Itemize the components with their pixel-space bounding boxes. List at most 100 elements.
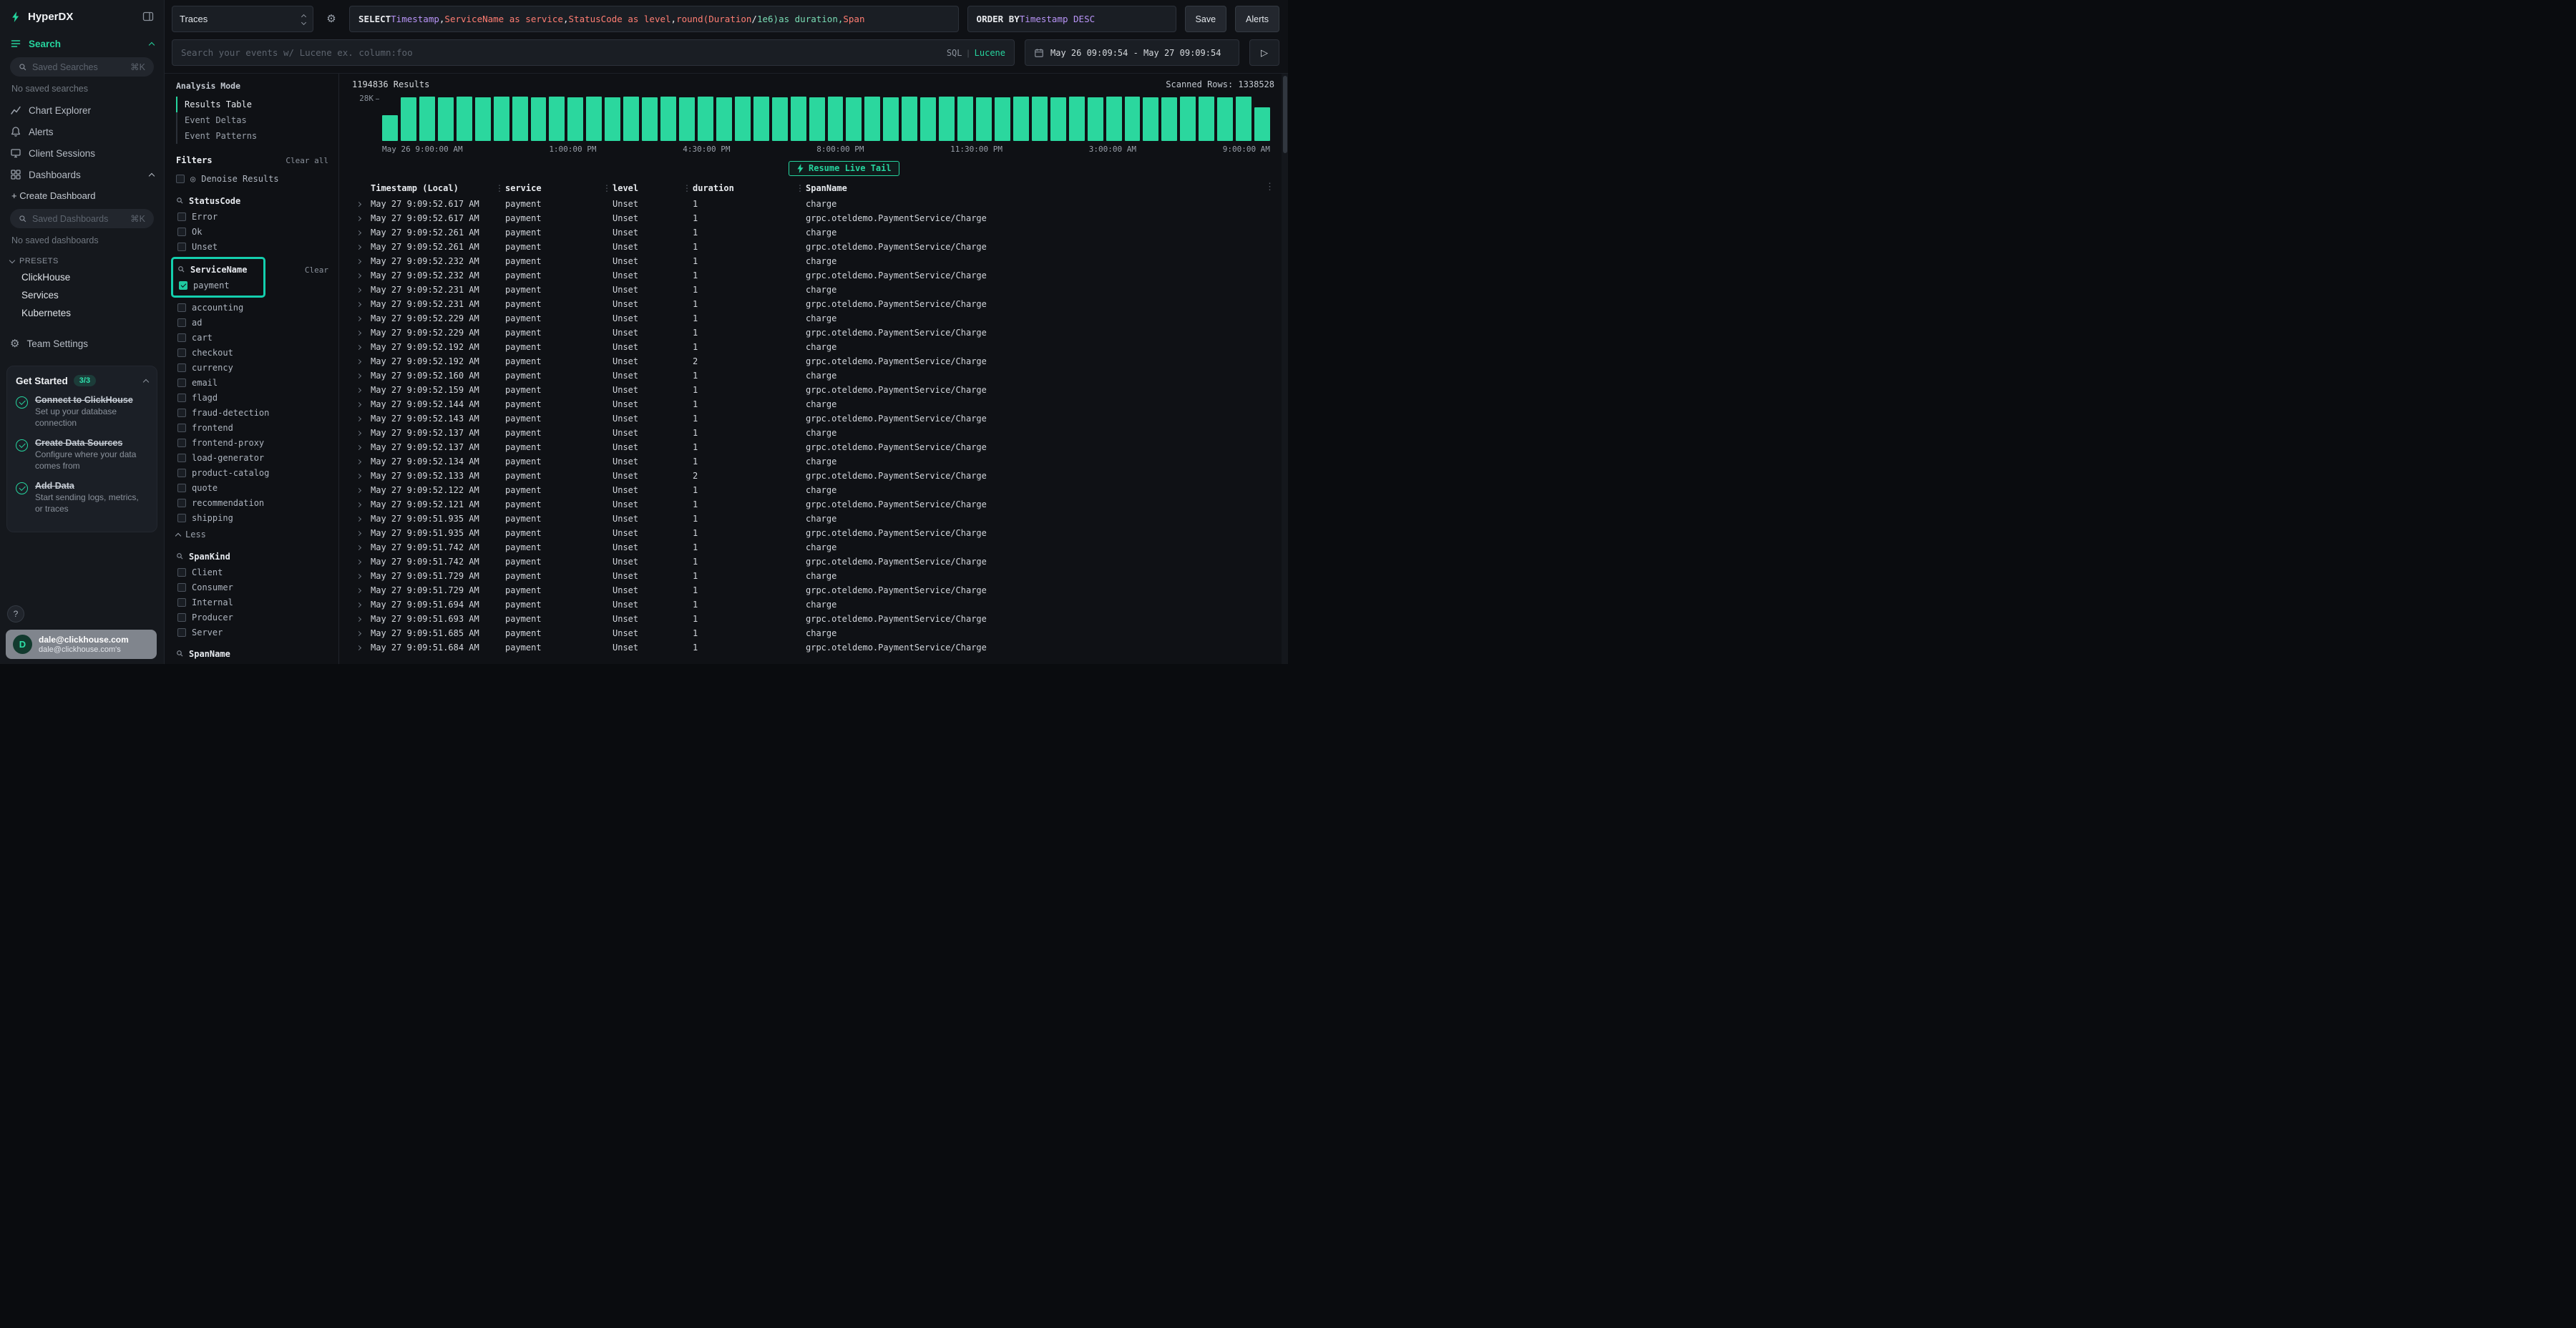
alerts-button[interactable]: Alerts [1235,6,1279,32]
column-separator-icon[interactable] [683,183,691,193]
expand-row-chevron-icon[interactable] [356,316,361,321]
expand-row-chevron-icon[interactable] [356,616,361,621]
user-menu[interactable]: D dale@clickhouse.com dale@clickhouse.co… [6,630,157,659]
expand-row-chevron-icon[interactable] [356,273,361,278]
expand-row-chevron-icon[interactable] [356,344,361,349]
expand-row-chevron-icon[interactable] [356,387,361,392]
column-header-service[interactable]: service [505,183,613,193]
checkbox[interactable] [177,514,186,522]
table-row[interactable]: May 27 9:09:52.232 AM payment Unset 1 ch… [352,254,1276,268]
table-row[interactable]: May 27 9:09:52.133 AM payment Unset 2 gr… [352,469,1276,483]
checkbox[interactable] [177,243,186,251]
expand-row-chevron-icon[interactable] [356,215,361,220]
facet-option[interactable]: charge [176,662,328,664]
expand-row-chevron-icon[interactable] [356,630,361,635]
histogram-bar[interactable] [957,97,973,141]
histogram-bar[interactable] [1069,97,1085,141]
presets-toggle[interactable]: PRESETS [0,251,164,268]
table-row[interactable]: May 27 9:09:52.261 AM payment Unset 1 ch… [352,225,1276,240]
facet-option[interactable]: product-catalog [176,465,328,480]
denoise-toggle[interactable]: ◎ Denoise Results [176,171,328,187]
table-row[interactable]: May 27 9:09:51.935 AM payment Unset 1 gr… [352,526,1276,540]
table-row[interactable]: May 27 9:09:52.137 AM payment Unset 1 ch… [352,426,1276,440]
expand-row-chevron-icon[interactable] [356,358,361,363]
chevron-up-icon[interactable] [143,379,149,384]
facet-option[interactable]: Consumer [176,580,328,595]
search-icon[interactable] [176,552,184,560]
facet-option[interactable]: Server [176,625,328,640]
sidebar-item-chart-explorer[interactable]: Chart Explorer [0,99,164,121]
checkbox[interactable] [177,213,186,221]
histogram-bar[interactable] [846,97,862,141]
checkbox[interactable] [177,484,186,492]
table-row[interactable]: May 27 9:09:51.684 AM payment Unset 1 gr… [352,640,1276,655]
source-settings-gear-icon[interactable]: ⚙ [322,6,341,32]
search-input[interactable] [181,47,940,58]
table-row[interactable]: May 27 9:09:52.137 AM payment Unset 1 gr… [352,440,1276,454]
checkbox[interactable] [177,454,186,462]
table-options-icon[interactable] [1265,182,1274,192]
histogram-bar[interactable] [1199,97,1214,141]
table-row[interactable]: May 27 9:09:52.192 AM payment Unset 1 ch… [352,340,1276,354]
expand-row-chevron-icon[interactable] [356,401,361,406]
sql-select-input[interactable]: SELECT Timestamp, ServiceName as service… [349,6,959,32]
expand-row-chevron-icon[interactable] [356,201,361,206]
table-row[interactable]: May 27 9:09:52.617 AM payment Unset 1 ch… [352,197,1276,211]
analysis-mode-option[interactable]: Event Patterns [176,128,328,144]
histogram-bar[interactable] [438,97,454,141]
show-less-link[interactable]: Less [176,527,328,542]
facet-option[interactable]: email [176,375,328,390]
vertical-scrollbar[interactable] [1282,74,1288,664]
create-dashboard-button[interactable]: + Create Dashboard [0,185,164,206]
expand-row-chevron-icon[interactable] [356,502,361,507]
histogram-bar[interactable] [939,97,955,141]
saved-searches-input[interactable]: Saved Searches ⌘K [10,57,154,77]
expand-row-chevron-icon[interactable] [356,573,361,578]
histogram-bar[interactable] [864,97,880,141]
order-by-input[interactable]: ORDER BY Timestamp DESC [967,6,1176,32]
checkbox[interactable] [177,409,186,417]
table-row[interactable]: May 27 9:09:51.742 AM payment Unset 1 ch… [352,540,1276,555]
histogram-bar[interactable] [1143,97,1158,141]
facet-option[interactable]: frontend [176,420,328,435]
histogram-bar[interactable] [698,97,713,141]
histogram-bar[interactable] [549,97,565,141]
facet-option[interactable]: quote [176,480,328,495]
histogram-bar[interactable] [809,97,825,142]
facet-option[interactable]: Internal [176,595,328,610]
get-started-item[interactable]: Create Data Sources Configure where your… [16,438,148,472]
facet-option[interactable]: flagd [176,390,328,405]
histogram-bar[interactable] [976,97,992,142]
checkbox-checked[interactable] [179,281,187,290]
search-icon[interactable] [177,265,185,273]
histogram-bar[interactable] [1125,97,1141,141]
expand-row-chevron-icon[interactable] [356,587,361,592]
table-row[interactable]: May 27 9:09:52.232 AM payment Unset 1 gr… [352,268,1276,283]
table-row[interactable]: May 27 9:09:52.192 AM payment Unset 2 gr… [352,354,1276,368]
table-row[interactable]: May 27 9:09:52.231 AM payment Unset 1 gr… [352,297,1276,311]
expand-row-chevron-icon[interactable] [356,530,361,535]
checkbox[interactable] [177,303,186,312]
column-separator-icon[interactable] [495,183,504,193]
expand-row-chevron-icon[interactable] [356,373,361,378]
facet-option[interactable]: ad [176,315,328,330]
checkbox[interactable] [177,598,186,607]
checkbox[interactable] [177,439,186,447]
column-separator-icon[interactable] [796,183,804,193]
table-row[interactable]: May 27 9:09:52.159 AM payment Unset 1 gr… [352,383,1276,397]
table-row[interactable]: May 27 9:09:51.729 AM payment Unset 1 ch… [352,569,1276,583]
expand-row-chevron-icon[interactable] [356,444,361,449]
histogram-bar[interactable] [642,97,658,141]
histogram-bar[interactable] [735,97,751,141]
expand-row-chevron-icon[interactable] [356,301,361,306]
expand-row-chevron-icon[interactable] [356,559,361,564]
facet-option[interactable]: Client [176,565,328,580]
preset-dashboard-link[interactable]: Services [0,286,164,304]
table-row[interactable]: May 27 9:09:51.694 AM payment Unset 1 ch… [352,597,1276,612]
table-row[interactable]: May 27 9:09:52.122 AM payment Unset 1 ch… [352,483,1276,497]
search-icon[interactable] [176,197,184,205]
expand-row-chevron-icon[interactable] [356,459,361,464]
expand-row-chevron-icon[interactable] [356,602,361,607]
histogram-bar[interactable] [883,97,899,142]
checkbox[interactable] [177,318,186,327]
